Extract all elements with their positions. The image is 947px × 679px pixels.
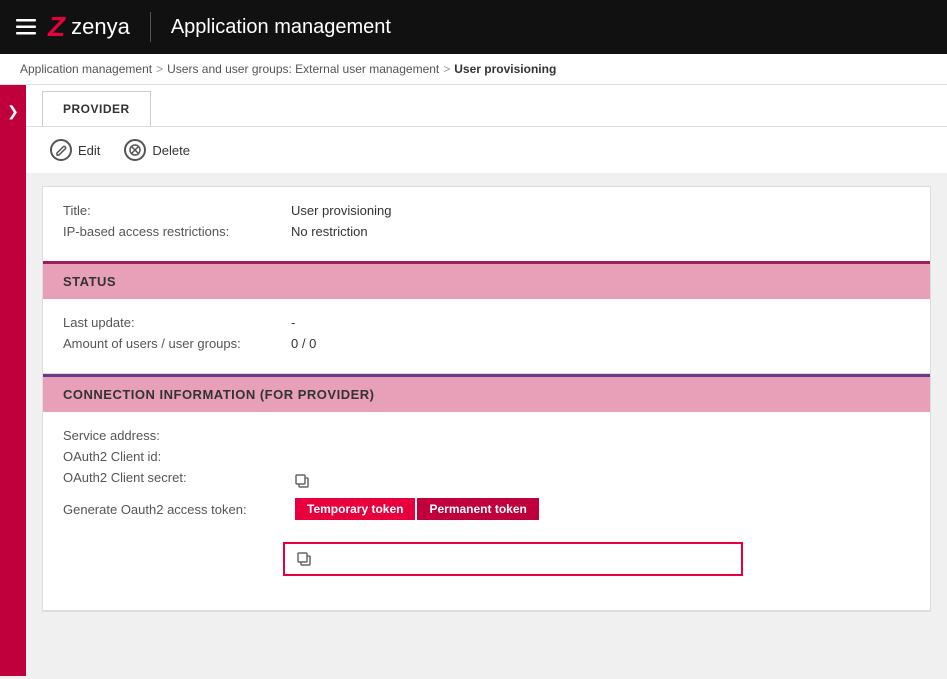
- last-update-value: -: [291, 315, 295, 330]
- title-field-row: Title: User provisioning: [63, 203, 910, 218]
- permanent-token-button[interactable]: Permanent token: [417, 498, 538, 520]
- basic-fields: Title: User provisioning IP-based access…: [43, 187, 930, 261]
- amount-row: Amount of users / user groups: 0 / 0: [63, 336, 910, 351]
- generate-token-label: Generate Oauth2 access token:: [63, 502, 283, 517]
- ip-value: No restriction: [291, 224, 368, 239]
- delete-button[interactable]: Delete: [120, 137, 194, 163]
- breadcrumb-item-1[interactable]: Application management: [20, 62, 152, 76]
- main-content-card: Title: User provisioning IP-based access…: [42, 186, 931, 612]
- logo-name: zenya: [71, 14, 130, 40]
- status-fields: Last update: - Amount of users / user gr…: [43, 299, 930, 373]
- tab-bar: PROVIDER: [26, 85, 947, 127]
- title-label: Title:: [63, 203, 283, 218]
- service-address-row: Service address:: [63, 428, 910, 443]
- last-update-row: Last update: -: [63, 315, 910, 330]
- hamburger-menu-icon[interactable]: [16, 19, 36, 35]
- edit-label: Edit: [78, 143, 100, 158]
- bottom-divider: [43, 610, 930, 611]
- amount-value: 0 / 0: [291, 336, 316, 351]
- edit-icon: [50, 139, 72, 161]
- title-value: User provisioning: [291, 203, 391, 218]
- breadcrumb-sep-2: >: [443, 62, 450, 76]
- connection-fields: Service address: OAuth2 Client id: OAuth…: [43, 412, 930, 598]
- edit-button[interactable]: Edit: [46, 137, 104, 163]
- breadcrumb-item-2[interactable]: Users and user groups: External user man…: [167, 62, 439, 76]
- nav-divider: [150, 12, 151, 42]
- copy-secret-icon[interactable]: [291, 470, 313, 492]
- oauth2-client-secret-row: OAuth2 Client secret:: [63, 470, 910, 492]
- ip-label: IP-based access restrictions:: [63, 224, 283, 239]
- tab-provider[interactable]: PROVIDER: [42, 91, 151, 126]
- delete-label: Delete: [152, 143, 190, 158]
- token-buttons: Temporary token Permanent token: [295, 498, 539, 520]
- delete-icon: [124, 139, 146, 161]
- connection-section-header: CONNECTION INFORMATION (FOR PROVIDER): [43, 374, 930, 412]
- temporary-token-button[interactable]: Temporary token: [295, 498, 415, 520]
- side-panel-toggle[interactable]: ❯: [0, 85, 26, 676]
- service-address-label: Service address:: [63, 428, 283, 443]
- logo-z-icon: Z: [48, 13, 65, 41]
- chevron-right-icon: ❯: [7, 103, 19, 120]
- oauth2-client-id-label: OAuth2 Client id:: [63, 449, 283, 464]
- amount-label: Amount of users / user groups:: [63, 336, 283, 351]
- last-update-label: Last update:: [63, 315, 283, 330]
- copy-token-icon[interactable]: [293, 548, 315, 570]
- toolbar: Edit Delete: [26, 127, 947, 174]
- app-title: Application management: [171, 16, 391, 39]
- breadcrumb-current: User provisioning: [454, 62, 556, 76]
- token-input-row: [283, 542, 743, 576]
- token-input-field[interactable]: [319, 552, 733, 567]
- generate-token-row: Generate Oauth2 access token: Temporary …: [63, 498, 910, 576]
- status-section-header: STATUS: [43, 261, 930, 299]
- ip-field-row: IP-based access restrictions: No restric…: [63, 224, 910, 239]
- generate-token-label-row: Generate Oauth2 access token: Temporary …: [63, 498, 539, 520]
- zenya-logo: Z zenya: [48, 13, 130, 41]
- oauth2-client-id-row: OAuth2 Client id:: [63, 449, 910, 464]
- breadcrumb-sep-1: >: [156, 62, 163, 76]
- breadcrumb: Application management > Users and user …: [0, 54, 947, 85]
- oauth2-client-secret-label: OAuth2 Client secret:: [63, 470, 283, 485]
- token-input-container: [283, 536, 743, 576]
